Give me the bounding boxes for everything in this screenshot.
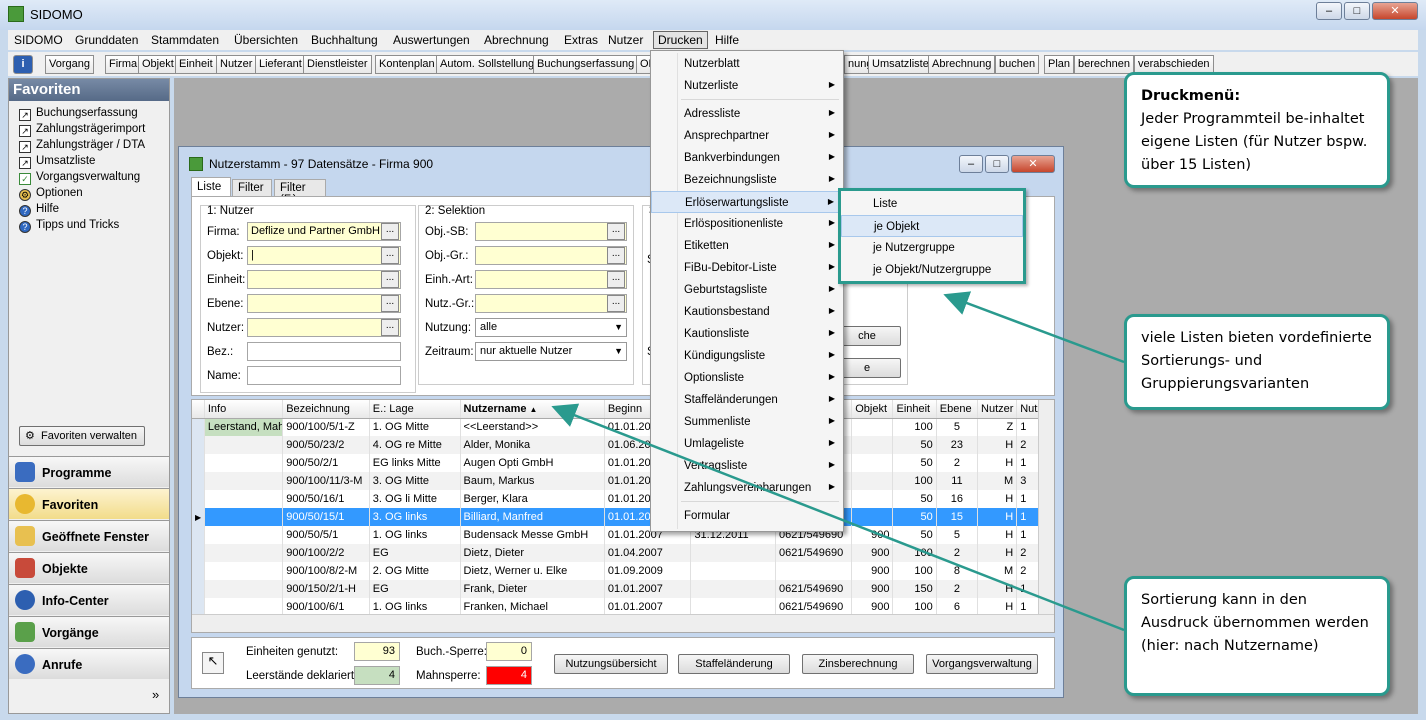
arrow-to-submenu — [943, 291, 1125, 364]
arrow-to-sorted-column — [551, 403, 1125, 632]
callout-text: Jeder Programmteil be-inhaltet eigene Li… — [1141, 111, 1368, 173]
callout-listen: viele Listen bieten vordefinierte Sortie… — [1124, 314, 1390, 410]
callout-text: Sortierung kann in den Ausdruck übernomm… — [1141, 592, 1369, 654]
callout-sortierung: Sortierung kann in den Ausdruck übernomm… — [1124, 576, 1390, 696]
callout-druckmenue: Druckmenü: Jeder Programmteil be-inhalte… — [1124, 72, 1390, 188]
callout-title: Druckmenü: — [1141, 88, 1241, 104]
callout-text: viele Listen bieten vordefinierte Sortie… — [1141, 330, 1372, 392]
